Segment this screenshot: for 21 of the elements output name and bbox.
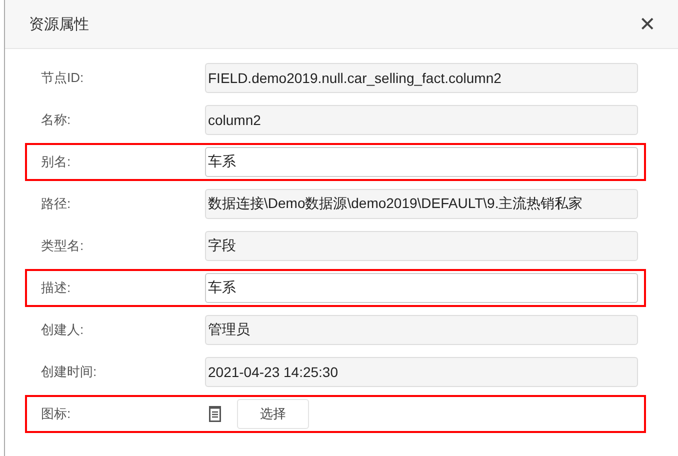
text-field[interactable]: 字段 — [205, 231, 638, 261]
text-field[interactable]: 数据连接\Demo数据源\demo2019\DEFAULT\9.主流热销私家 — [205, 189, 638, 219]
text-field[interactable]: 管理员 — [205, 315, 638, 345]
field-label: 路径: — [41, 195, 72, 213]
text-field[interactable]: column2 — [205, 105, 638, 135]
document-icon — [209, 406, 221, 422]
field-label: 名称: — [41, 111, 72, 129]
text-field[interactable]: 2021-04-23 14:25:30 — [205, 357, 638, 387]
select-button[interactable]: 选择 — [237, 399, 309, 429]
field-label: 描述: — [41, 279, 72, 297]
field-label: 创建时间: — [41, 363, 98, 381]
field-label: 别名: — [41, 153, 72, 171]
field-label: 节点ID: — [41, 69, 85, 87]
dialog-title: 资源属性 — [29, 14, 89, 34]
text-field[interactable]: 车系 — [205, 273, 638, 303]
field-label: 创建人: — [41, 321, 85, 339]
text-field[interactable]: 车系 — [205, 147, 638, 177]
text-field[interactable]: FIELD.demo2019.null.car_selling_fact.column2 — [205, 63, 638, 93]
field-label: 图标: — [41, 405, 72, 423]
field-label: 类型名: — [41, 237, 85, 255]
close-button[interactable]: ✕ — [639, 12, 656, 36]
